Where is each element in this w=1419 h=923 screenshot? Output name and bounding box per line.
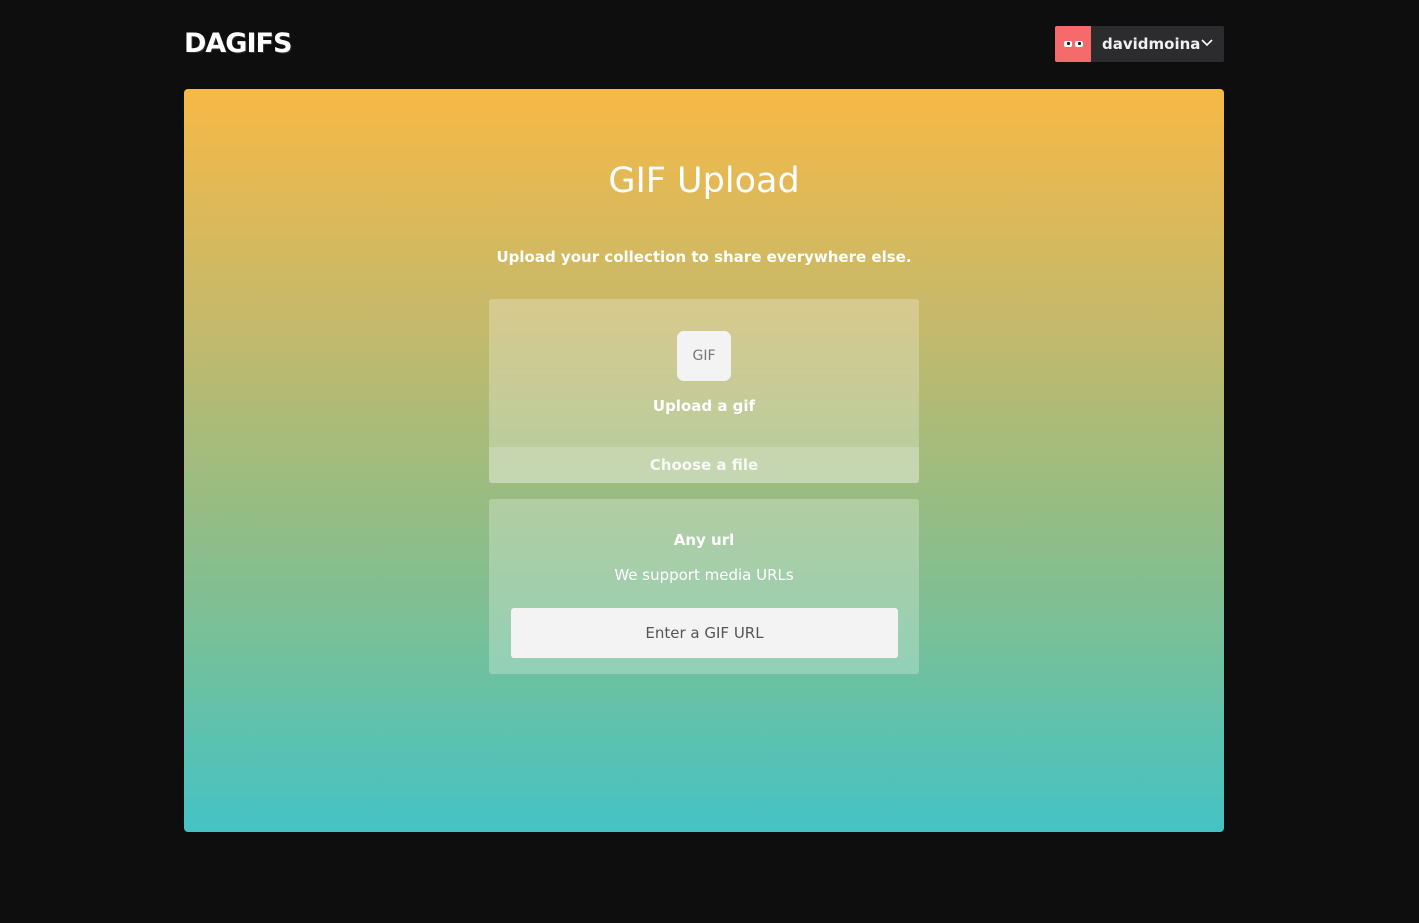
header: DAGIFS davidmoina [184,26,1224,62]
avatar-eye-right-icon [1074,41,1083,47]
gif-icon: GIF [677,331,731,381]
gif-url-input[interactable] [511,608,898,658]
chevron-down-icon [1201,39,1213,47]
file-upload-dropzone[interactable]: GIF Upload a gif Choose a file [489,299,919,483]
username: davidmoina [1102,35,1201,53]
url-upload-box: Any url We support media URLs [489,499,919,674]
url-box-title: Any url [673,531,735,549]
upload-label: Upload a gif [652,397,756,415]
avatar [1055,26,1091,62]
logo[interactable]: DAGIFS [184,28,292,59]
upload-card: GIF Upload Upload your collection to sha… [184,89,1224,832]
url-box-subtitle: We support media URLs [614,566,794,584]
avatar-eye-left-icon [1063,41,1072,47]
choose-file-button[interactable]: Choose a file [489,447,919,483]
user-menu-button[interactable]: davidmoina [1055,26,1224,62]
page-title: GIF Upload [608,161,800,201]
page-subtitle: Upload your collection to share everywhe… [496,248,912,266]
